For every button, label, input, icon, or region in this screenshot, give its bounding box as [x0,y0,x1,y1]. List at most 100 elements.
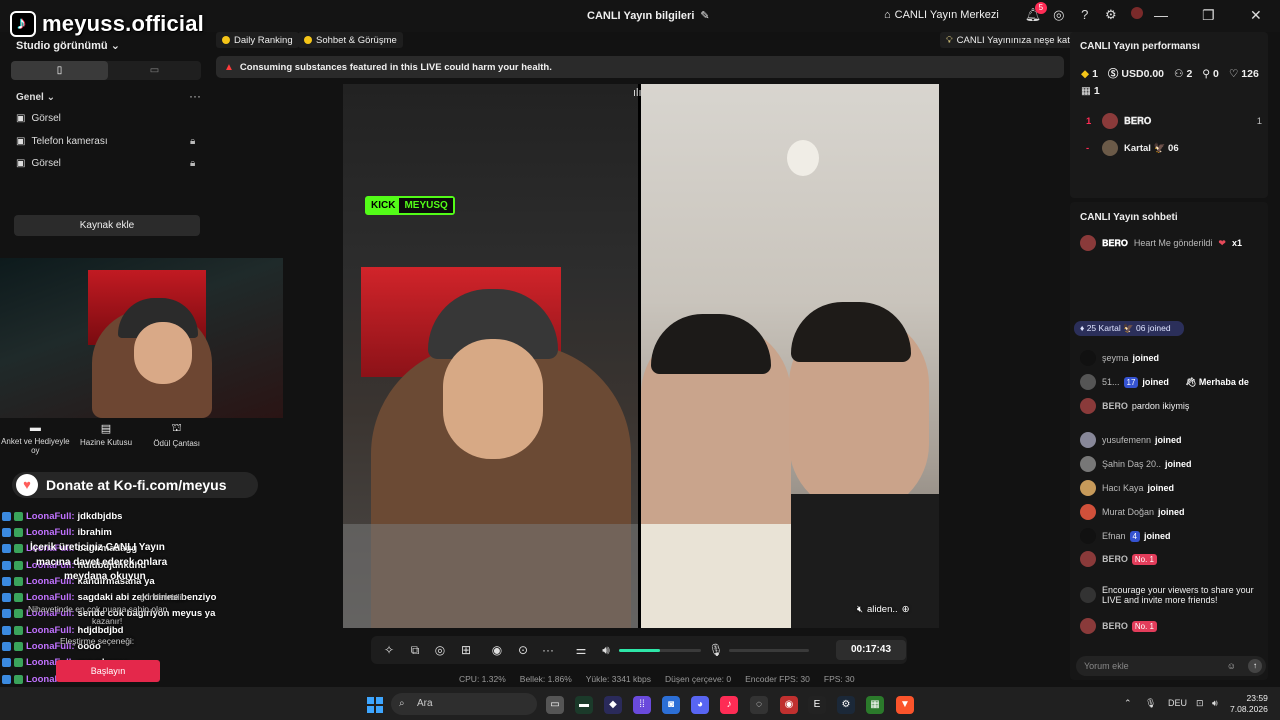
ranking-row[interactable]: - Kartal 🦅 06 [1086,140,1179,156]
emoji-icon[interactable]: ☺ [1227,656,1236,676]
landscape-button[interactable]: ▭ [108,61,201,80]
message-user: Şahin Daş 20.. [1102,459,1162,469]
edit-icon[interactable]: ✎ [700,9,709,22]
avatar [1080,528,1096,544]
chat-message[interactable]: 𝐁𝐄𝐑𝐎 No. 1 [1080,618,1268,634]
overlay-text: gönderebilir. [140,592,187,602]
ai-icon[interactable]: ◎ [1051,7,1067,23]
mute-icon[interactable]: 🔇︎ [857,604,863,615]
lock-icon[interactable]: 🔒︎ [190,158,195,169]
send-icon[interactable]: ↑ [1248,659,1262,673]
chat-message[interactable]: Hacı Kaya joined [1080,480,1268,496]
discord-icon[interactable]: ◕ [691,696,709,714]
obsidian-icon[interactable]: ◆ [604,696,622,714]
settings-icon[interactable]: ⚙ [1103,7,1119,23]
more-icon[interactable]: ··· [189,89,201,103]
chat-message[interactable]: yusufemenn joined [1080,432,1268,448]
guest-label[interactable]: 🔇︎ aliden.. ⊕ [857,604,910,615]
language-indicator[interactable]: DEU [1168,698,1187,708]
badge-icon [14,576,23,586]
source-item[interactable]: ▣ Telefon kamerası [16,136,108,147]
brave-icon[interactable]: ▼ [896,696,914,714]
chat-message[interactable]: şeyma joined [1080,350,1268,366]
microphone-tray-icon[interactable]: 🎙︎ [1145,698,1156,709]
capture-icon[interactable]: ⊙ [515,642,531,658]
terminal-icon[interactable]: ▬ [575,696,593,714]
close-icon[interactable]: ✕ [1250,7,1262,24]
more-icon[interactable]: ··· [540,642,556,658]
live-preview[interactable]: KICK MEYUSQ 🔇︎ aliden.. ⊕ [343,84,939,628]
clock[interactable]: 23:59 7.08.2026 [1230,693,1268,715]
lock-icon[interactable]: 🔒︎ [190,136,195,147]
minecraft-icon[interactable]: ▦ [866,696,884,714]
ranking-row[interactable]: 1 𝐁𝐄𝐑𝐎 1 [1086,113,1262,129]
taskview-icon[interactable]: ▭ [546,696,564,714]
tiktok-live-icon[interactable]: ♪ [720,696,738,714]
join-tag[interactable]: 💡︎ CANLI Yayınınıza neşe katın [940,32,1084,48]
message-user: 51... [1102,377,1120,387]
webcam-overlay [0,258,283,418]
speaker-icon[interactable]: 🔊︎ [598,642,614,658]
chat-message[interactable]: 𝐁𝐄𝐑𝐎 pardon ikiymiş [1080,398,1268,414]
live-center-button[interactable]: ⌂ CANLI Yayın Merkezi [884,9,999,21]
live-info-title[interactable]: CANLI Yayın bilgileri ✎ [587,9,710,23]
layout-icon[interactable]: ılı [633,87,642,99]
heart-gift-icon: ❤ [1218,237,1226,248]
volume-slider[interactable] [619,649,701,652]
add-source-button[interactable]: Kaynak ekle [14,215,200,236]
studio-view-dropdown[interactable]: Studio görünümü ⌄ [16,39,120,52]
chat-message[interactable]: 51... 17 joined 👋︎ Merhaba de [1080,374,1268,390]
mixer-icon[interactable]: ⚌ [573,642,589,658]
wave-button[interactable]: 👋︎ Merhaba de [1185,377,1249,388]
chrome-icon[interactable]: ◌ [750,696,768,714]
effects-icon[interactable]: ✧ [381,642,397,658]
message-text: joined [1143,531,1171,541]
source-item[interactable]: ▣ Görsel [16,158,61,169]
chat-message[interactable]: Efnan 4 joined [1080,528,1268,544]
taskbar-search[interactable]: ⌕ Ara [391,693,537,715]
restore-icon[interactable]: ❐ [1202,7,1215,24]
ai-icon[interactable]: ◎ [432,642,448,658]
source-item[interactable]: ▣ Görsel [16,113,61,124]
bell-icon[interactable]: 🔔︎ 5 [1025,2,1047,23]
chat-message[interactable]: Encourage your viewers to share your LIV… [1080,585,1268,605]
apps-icon[interactable]: ⁞⁞ [633,696,651,714]
volume-tray-icon[interactable]: 🔊︎ [1212,698,1218,709]
chat-message[interactable]: Murat Doğan joined [1080,504,1268,520]
network-icon[interactable]: ⊡ [1196,698,1204,709]
portrait-button[interactable]: ▯ [11,61,108,80]
screen-icon[interactable]: ⧉ [407,642,423,658]
user-badge: No. 1 [1131,553,1157,565]
avatar [1080,480,1096,496]
help-icon[interactable]: ? [1077,7,1093,23]
windows-start-icon[interactable] [367,697,383,713]
start-button[interactable]: Başlayın [56,660,160,682]
poll-tool[interactable]: ▬ Anket ve Hediyeyle oy [0,422,71,462]
reward-tool[interactable]: ⛫ Ödül Çantası [141,422,212,462]
diamond-stat: ◆ 1 [1081,66,1098,81]
photos-icon[interactable]: ◙ [662,696,680,714]
chat-message[interactable]: 𝐁𝐄𝐑𝐎 No. 1 [1080,551,1268,567]
avatar [1102,113,1118,129]
followers-stat: ⚲ 0 [1202,66,1219,81]
profile-avatar[interactable] [1129,7,1145,23]
add-icon[interactable]: ⊕ [902,604,910,615]
treasure-tool[interactable]: ▤ Hazine Kutusu [71,422,142,462]
gift-stat-row: ▦ 1 [1081,85,1100,97]
tray-chevron-icon[interactable]: ⌃ [1124,698,1132,709]
chat-message[interactable]: Şahin Daş 20.. joined [1080,456,1268,472]
chat-tag[interactable]: Sohbet & Görüşme [298,32,403,48]
minimize-icon[interactable]: — [1154,7,1168,23]
steam-icon[interactable]: ⚙ [837,696,855,714]
section-genel[interactable]: Genel ⌄ [16,92,55,103]
avatar [1080,432,1096,448]
mic-slider[interactable] [729,649,809,652]
message-user: 𝐁𝐄𝐑𝐎 [1102,553,1128,564]
microphone-icon[interactable]: 🎙︎ [708,642,724,658]
comment-input[interactable]: Yorum ekle ☺ ↑ [1076,656,1266,676]
epic-games-icon[interactable]: E [808,696,826,714]
record-icon[interactable]: ◉ [489,642,505,658]
daily-ranking-tag[interactable]: Daily Ranking [216,32,299,48]
app-icon[interactable]: ◉ [780,696,798,714]
add-media-icon[interactable]: ⊞ [458,642,474,658]
